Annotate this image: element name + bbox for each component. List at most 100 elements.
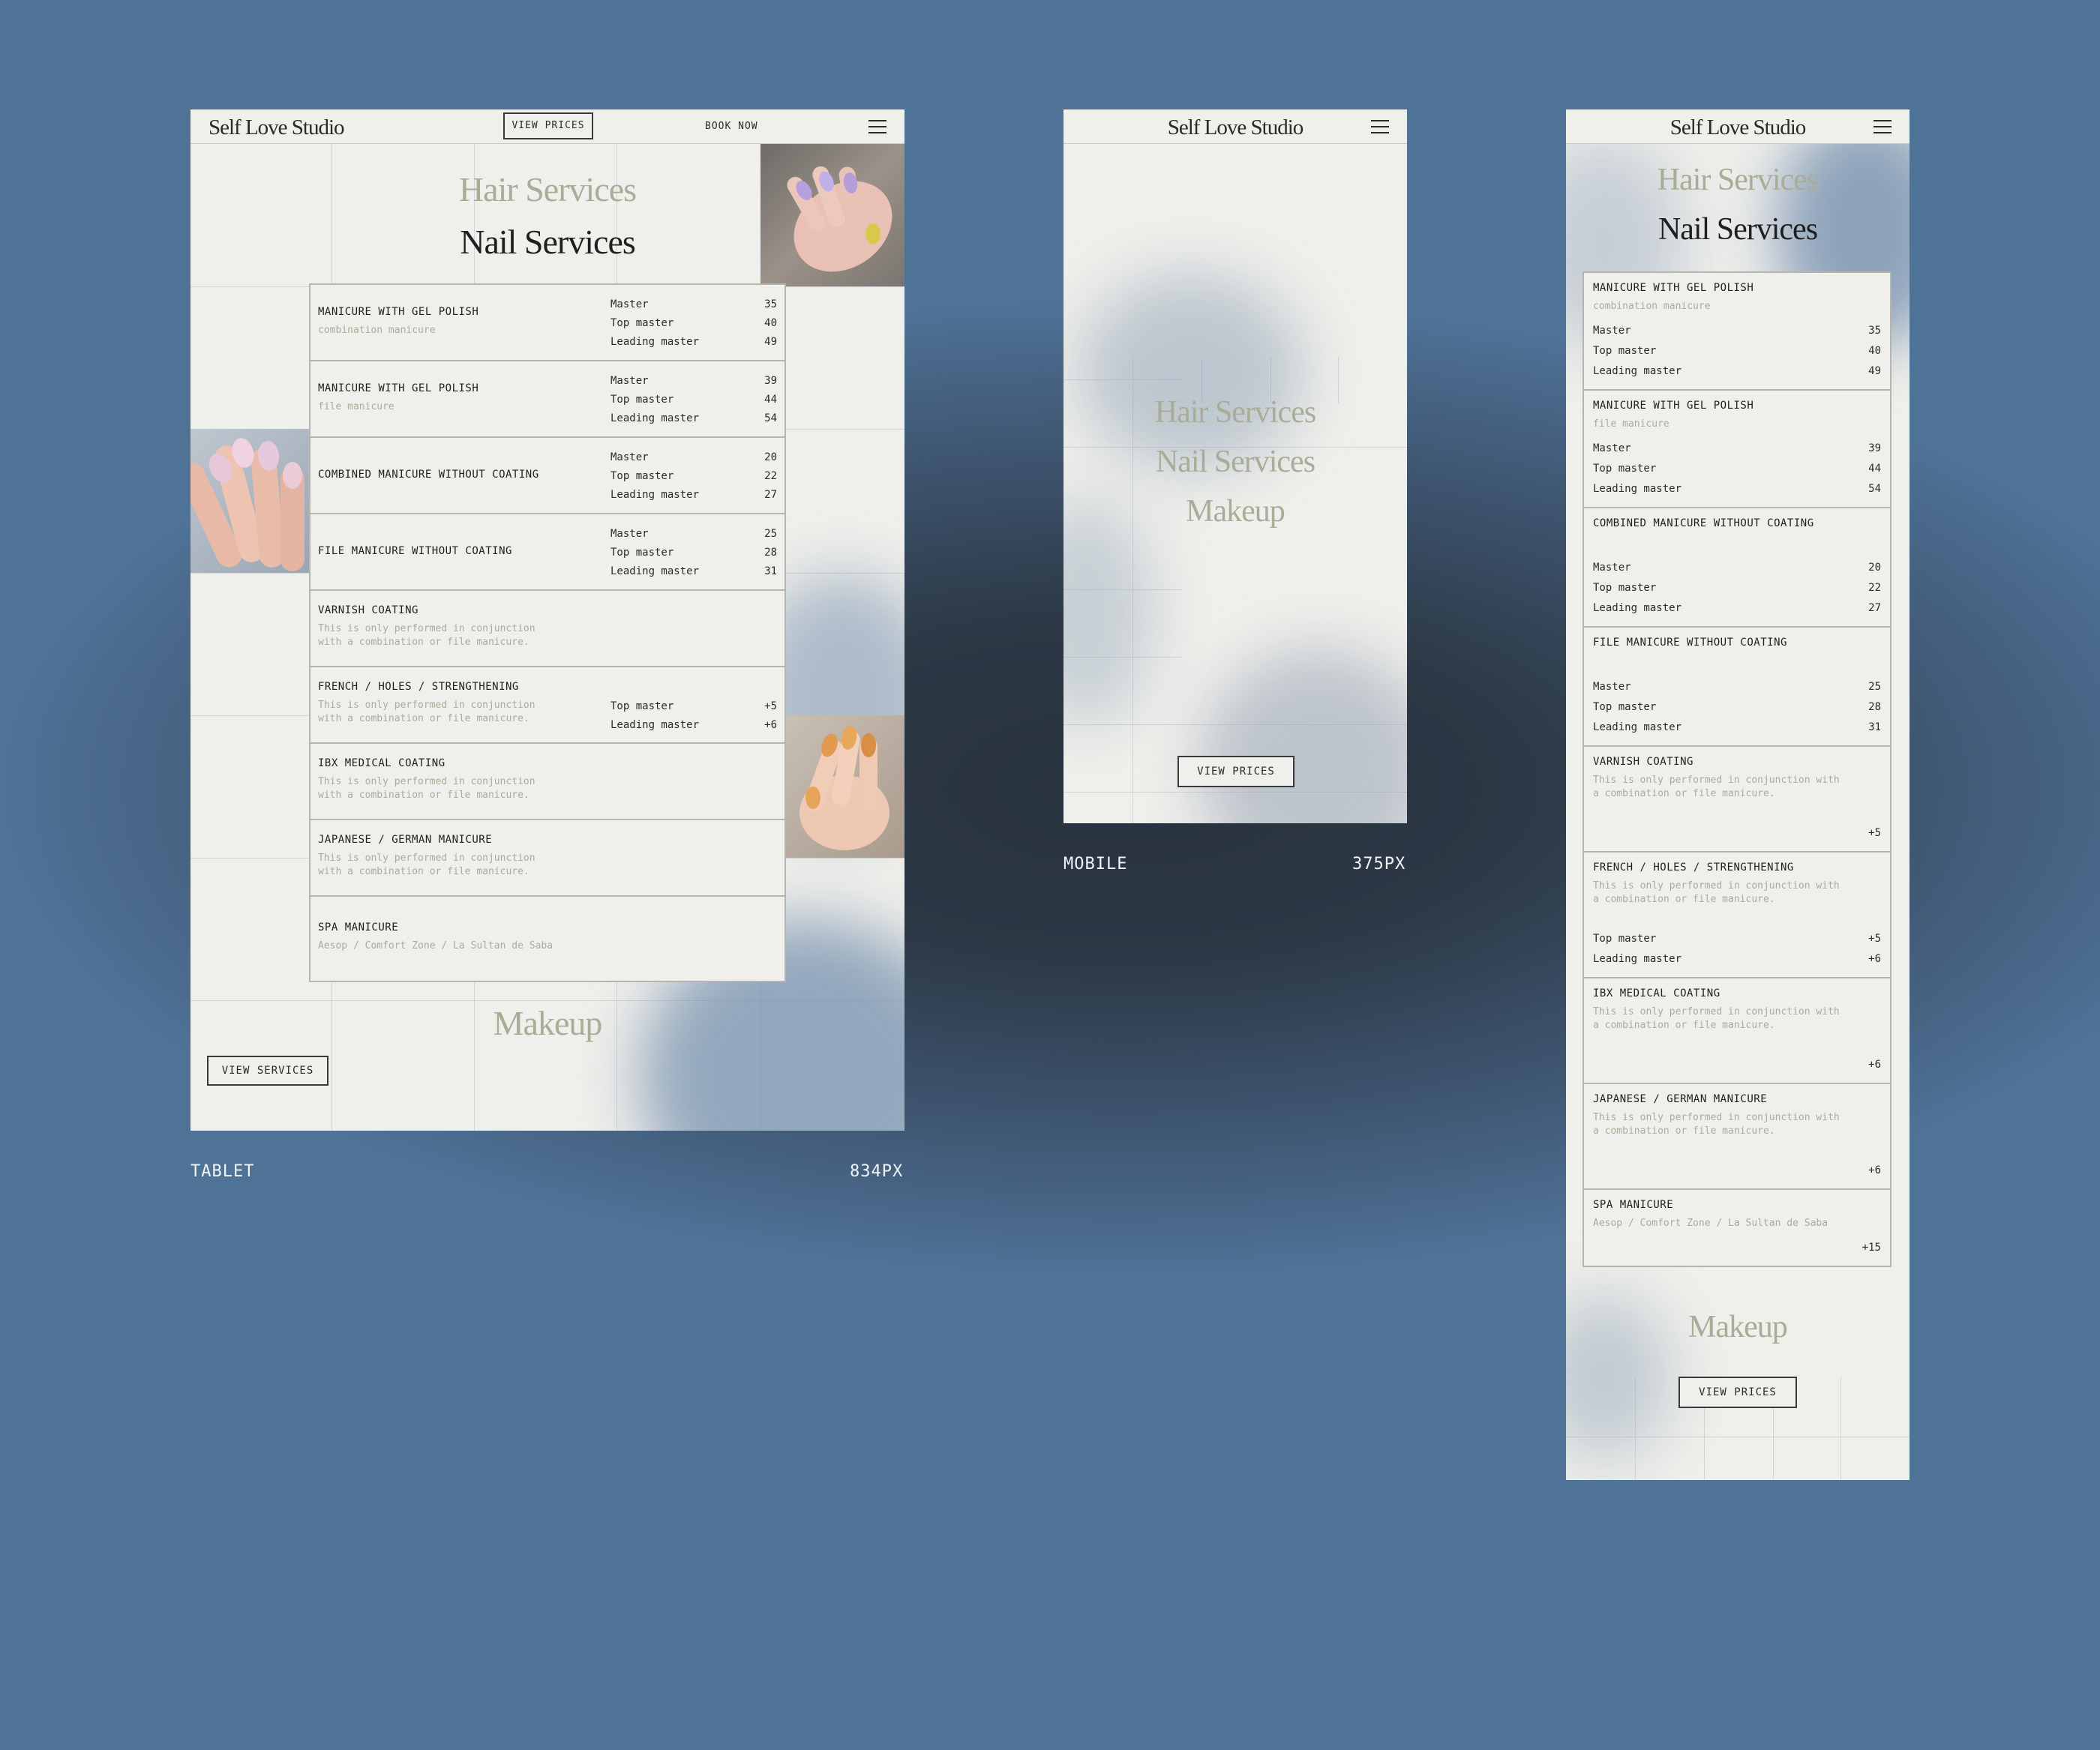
price-tier: Master [1593, 442, 1631, 454]
view-prices-button[interactable]: VIEW PRICES [1678, 1377, 1797, 1408]
tablet-caption-width: 834PX [850, 1162, 904, 1181]
list-item[interactable]: SPA MANICURE Aesop / Comfort Zone / La Su… [1584, 1190, 1890, 1266]
nail-photo-orange [784, 715, 904, 858]
view-services-button[interactable]: VIEW SERVICES [207, 1056, 328, 1086]
heading-hair-services[interactable]: Hair Services [1566, 162, 1910, 198]
service-description: Aesop / Comfort Zone / La Sultan de Saba [1593, 1217, 1881, 1230]
list-item[interactable]: FILE MANICURE WITHOUT COATING Master 25 Top… [310, 514, 784, 591]
service-description: This is only performed in conjunction wi… [1593, 879, 1881, 906]
price-tier: Top master [1593, 463, 1657, 475]
price-row: Leading master 54 [1593, 479, 1881, 499]
price-row: Top master 28 [1593, 697, 1881, 718]
price-row: Leading master 31 [1593, 718, 1881, 738]
list-item[interactable]: COMBINED MANICURE WITHOUT COATING Master 2… [310, 438, 784, 514]
menu-icon[interactable] [868, 120, 886, 133]
service-description-line: This is only performed in conjunction wi… [1593, 1006, 1840, 1017]
price-tier: Top master [610, 469, 674, 482]
price-tier: Top master [610, 393, 674, 406]
price-value: 35 [764, 298, 777, 310]
brand-logo[interactable]: Self Love Studio [1566, 115, 1910, 140]
price-value: +5 [764, 700, 777, 712]
price-row: +6 [1593, 1055, 1881, 1075]
list-item[interactable]: SPA MANICURE Aesop / Comfort Zone / La Su… [310, 897, 784, 981]
list-item[interactable]: MANICURE WITH GEL POLISH combination mani… [1584, 273, 1890, 391]
list-item[interactable]: VARNISH COATING This is only performed in… [310, 591, 784, 667]
list-item[interactable]: IBX MEDICAL COATING This is only performe… [310, 744, 784, 820]
heading-hair-services[interactable]: Hair Services [1064, 394, 1407, 430]
price-tier: Top master [1593, 582, 1657, 594]
price-row: Master 35 [1593, 321, 1881, 341]
list-item[interactable]: JAPANESE / GERMAN MANICURE This is only p… [310, 820, 784, 897]
price-table: Master 25 Top master 28 Leading master 31 [610, 525, 777, 581]
menu-icon[interactable] [1874, 120, 1892, 133]
price-row: Top master +5 [610, 697, 777, 716]
service-description: with a combination or file manicure. [318, 790, 530, 801]
price-row: Leading master 49 [610, 333, 777, 352]
price-row: Leading master 27 [610, 486, 777, 505]
list-item[interactable]: FILE MANICURE WITHOUT COATING Master 25 Top… [1584, 628, 1890, 747]
list-item[interactable]: MANICURE WITH GEL POLISH combination mani… [310, 285, 784, 361]
service-description: with a combination or file manicure. [318, 637, 530, 648]
view-prices-button[interactable]: VIEW PRICES [1178, 756, 1294, 787]
mobile-caption-width: 375PX [1352, 855, 1406, 874]
price-tier: Master [610, 298, 649, 310]
service-name: FILE MANICURE WITHOUT COATING [1593, 637, 1787, 649]
view-prices-button[interactable]: VIEW PRICES [503, 112, 593, 139]
heading-makeup[interactable]: Makeup [190, 1003, 904, 1043]
price-tier: Leading master [1593, 602, 1682, 614]
price-row: Master 20 [610, 448, 777, 467]
list-item[interactable]: MANICURE WITH GEL POLISH file manicure Mas… [1584, 391, 1890, 508]
price-row: +6 [1593, 1161, 1881, 1181]
price-tier: Top master [1593, 701, 1657, 713]
price-value: 31 [764, 565, 777, 577]
price-tier: Leading master [610, 412, 700, 424]
list-item[interactable]: VARNISH COATING This is only performed in… [1584, 747, 1890, 853]
service-description-line: file manicure [1593, 418, 1670, 430]
price-row: Top master 40 [610, 314, 777, 333]
service-info: FILE MANICURE WITHOUT COATING [318, 545, 512, 557]
list-item[interactable]: COMBINED MANICURE WITHOUT COATING Master 2… [1584, 508, 1890, 628]
price-value: +15 [1862, 1242, 1881, 1254]
list-item[interactable]: JAPANESE / GERMAN MANICURE This is only p… [1584, 1084, 1890, 1190]
service-info: JAPANESE / GERMAN MANICURE This is only p… [318, 834, 536, 879]
price-table: Top master +5 Leading master +6 [1593, 929, 1881, 969]
price-value: 49 [764, 335, 777, 348]
mobile-service-list: MANICURE WITH GEL POLISH combination mani… [1582, 271, 1892, 1267]
list-item[interactable]: FRENCH / HOLES / STRENGTHENING This is on… [1584, 853, 1890, 978]
price-table: Master 20 Top master 22 Leading master 27 [1593, 558, 1881, 619]
service-description-line: a combination or file manicure. [1593, 1125, 1775, 1137]
price-row: Top master 22 [610, 467, 777, 486]
service-name: SPA MANICURE [1593, 1199, 1674, 1211]
price-table: Master 35 Top master 40 Leading master 49 [1593, 321, 1881, 382]
list-item[interactable]: IBX MEDICAL COATING This is only performe… [1584, 978, 1890, 1084]
price-value: 27 [1868, 602, 1881, 614]
price-tier: Master [610, 451, 649, 463]
service-name: FILE MANICURE WITHOUT COATING [318, 545, 512, 557]
price-row: Top master 44 [610, 391, 777, 409]
price-tier: Leading master [1593, 483, 1682, 495]
service-name: SPA MANICURE [318, 921, 399, 933]
price-value: 54 [1868, 483, 1881, 495]
brand-logo[interactable]: Self Love Studio [208, 115, 345, 140]
service-description-line: a combination or file manicure. [1593, 788, 1775, 799]
list-item[interactable]: FRENCH / HOLES / STRENGTHENING This is on… [310, 667, 784, 744]
service-description: Aesop / Comfort Zone / La Sultan de Saba [318, 940, 554, 951]
service-description-line: This is only performed in conjunction wi… [1593, 775, 1840, 786]
mobile-expanded-navbar: Self Love Studio [1566, 109, 1910, 144]
tablet-service-list: MANICURE WITH GEL POLISH combination mani… [309, 283, 786, 982]
price-value: 39 [764, 374, 777, 387]
heading-nail-services[interactable]: Nail Services [1064, 444, 1407, 480]
price-row: Top master 28 [610, 544, 777, 562]
price-tier: Top master [610, 546, 674, 559]
list-item[interactable]: MANICURE WITH GEL POLISH file manicure Mas… [310, 361, 784, 438]
heading-nail-services[interactable]: Nail Services [1566, 211, 1910, 247]
book-now-link[interactable]: BOOK NOW [705, 121, 758, 132]
heading-makeup[interactable]: Makeup [1064, 493, 1407, 529]
price-tier: Leading master [610, 565, 700, 577]
menu-icon[interactable] [1371, 120, 1389, 133]
service-info: FRENCH / HOLES / STRENGTHENING This is on… [318, 681, 536, 726]
heading-makeup[interactable]: Makeup [1566, 1309, 1910, 1345]
price-value: 54 [764, 412, 777, 424]
brand-logo[interactable]: Self Love Studio [1064, 115, 1407, 140]
price-value: 22 [1868, 582, 1881, 594]
